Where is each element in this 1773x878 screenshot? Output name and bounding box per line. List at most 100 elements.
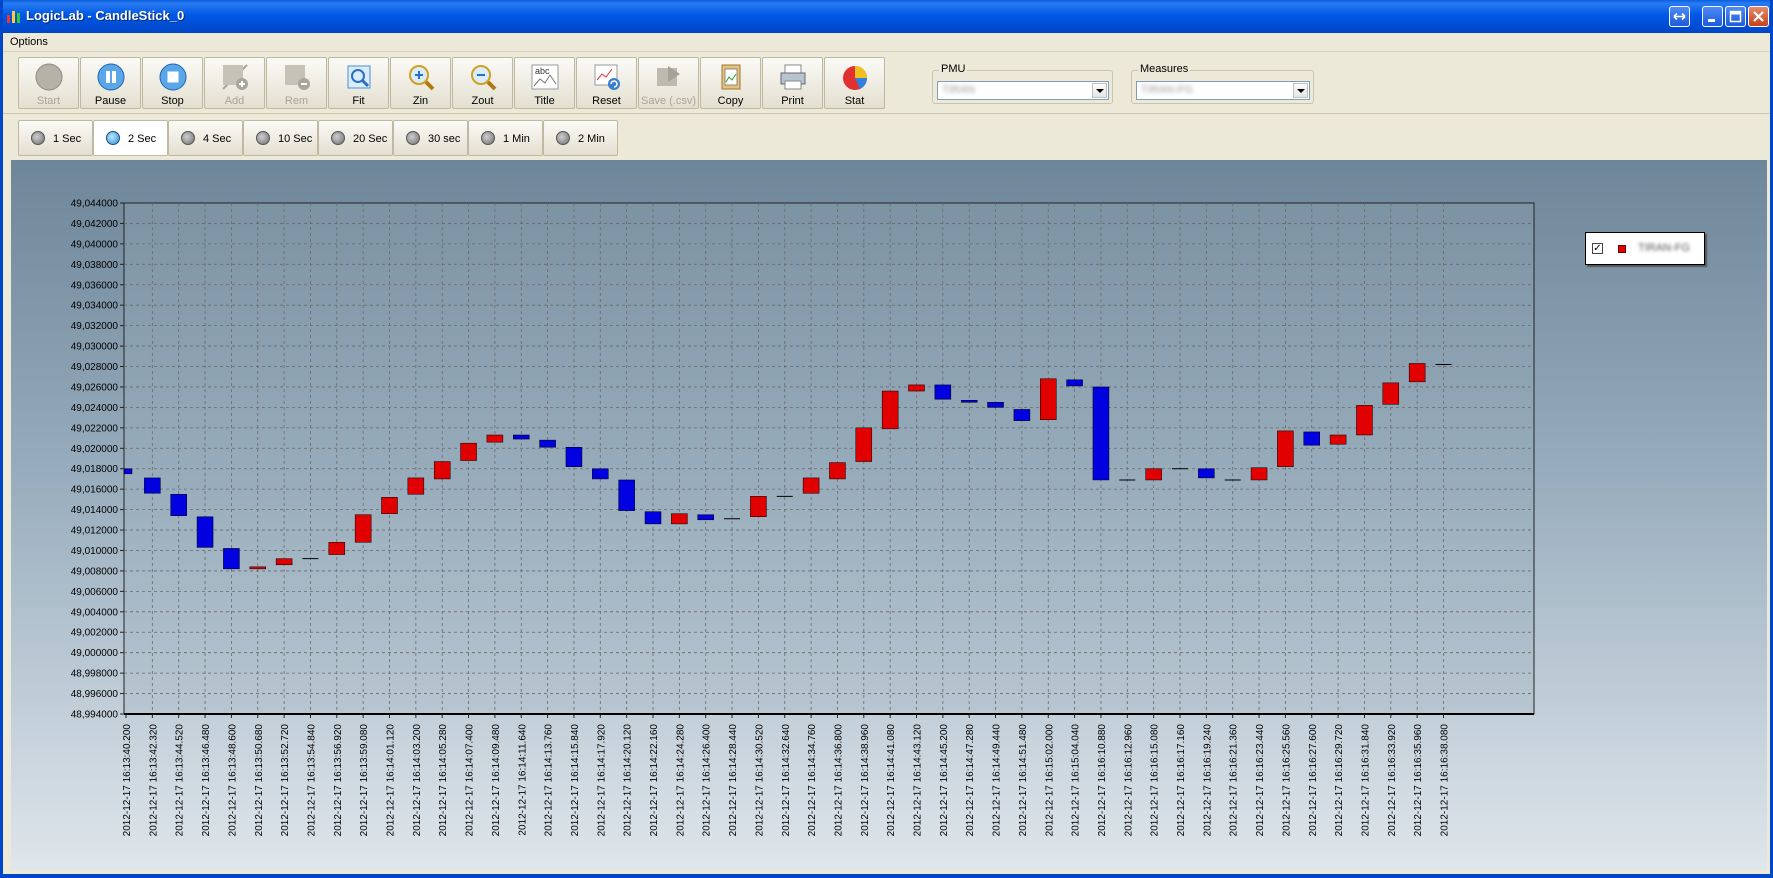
x-tick-label: 2012-12-17 16:14:05.280: [438, 724, 449, 837]
candle: [855, 427, 873, 462]
y-tick-label: 49,026000: [71, 382, 119, 393]
candle: [1198, 468, 1215, 479]
x-tick-label: 2012-12-17 16:14:41.080: [886, 724, 897, 837]
candle: [881, 390, 899, 430]
x-tick-label: 2012-12-17 16:15:02.000: [1044, 724, 1055, 837]
candle: [1382, 382, 1400, 405]
x-tick-label: 2012-12-17 16:16:23.440: [1255, 724, 1266, 837]
x-tick-label: 2012-12-17 16:16:25.560: [1281, 724, 1292, 837]
candle: [354, 514, 372, 543]
x-tick-label: 2012-12-17 16:14:07.400: [465, 724, 476, 837]
candle: [460, 442, 477, 461]
candle: [908, 384, 925, 392]
x-tick-label: 2012-12-17 16:14:47.280: [965, 724, 976, 837]
y-tick-label: 49,004000: [71, 607, 119, 618]
candle: [1013, 409, 1031, 421]
plot-area: [123, 202, 1535, 715]
candle: [249, 566, 266, 570]
y-tick-label: 49,022000: [71, 423, 119, 434]
candle: [196, 516, 214, 548]
candle: [539, 439, 556, 448]
x-tick-label: 2012-12-17 16:13:44.520: [175, 724, 186, 837]
x-tick-label: 2012-12-17 16:14:13.760: [544, 724, 555, 837]
y-tick-label: 49,012000: [71, 526, 119, 537]
candle: [1145, 468, 1162, 481]
x-tick-label: 2012-12-17 16:14:36.800: [833, 724, 844, 837]
candle: [565, 447, 583, 467]
y-tick-label: 49,018000: [71, 464, 119, 475]
x-tick-label: 2012-12-17 16:14:17.920: [596, 724, 607, 837]
x-tick-label: 2012-12-17 16:13:42.320: [148, 724, 159, 837]
chart-legend: ✓ TIRAN-FG: [1585, 232, 1705, 265]
x-tick-label: 2012-12-17 16:16:15.080: [1150, 724, 1161, 837]
candle: [618, 479, 635, 511]
y-tick-label: 49,038000: [71, 260, 119, 271]
x-tick-label: 2012-12-17 16:14:24.280: [675, 724, 686, 837]
candle: [1408, 363, 1426, 383]
x-tick-label: 2012-12-17 16:14:45.200: [939, 724, 950, 837]
x-tick-label: 2012-12-17 16:16:12.960: [1123, 724, 1134, 837]
x-tick-label: 2012-12-17 16:16:33.920: [1387, 724, 1398, 837]
x-tick-label: 2012-12-17 16:14:26.400: [702, 724, 713, 837]
candle: [433, 461, 451, 480]
y-tick-label: 49,040000: [71, 239, 119, 250]
candle: [1250, 467, 1268, 481]
y-tick-label: 49,030000: [71, 342, 119, 353]
y-tick-label: 49,044000: [71, 199, 119, 210]
candle: [1277, 430, 1294, 467]
x-tick-label: 2012-12-17 16:13:46.480: [201, 724, 212, 837]
candle: [223, 548, 240, 570]
y-tick-label: 49,032000: [71, 321, 119, 332]
y-tick-label: 48,998000: [71, 669, 119, 680]
candle: [960, 399, 978, 403]
candle: [328, 542, 346, 555]
candle: [170, 494, 187, 516]
x-tick-label: 2012-12-17 16:13:50.680: [254, 724, 265, 837]
x-tick-label: 2012-12-17 16:13:59.080: [359, 724, 370, 837]
candle: [987, 402, 1004, 408]
candle: [1303, 431, 1320, 446]
x-tick-label: 2012-12-17 16:14:34.760: [807, 724, 818, 837]
x-tick-label: 2012-12-17 16:13:56.920: [333, 724, 344, 837]
legend-series-checkbox[interactable]: ✓: [1592, 243, 1603, 254]
candle: [1092, 386, 1110, 481]
x-tick-label: 2012-12-17 16:16:31.840: [1360, 724, 1371, 837]
x-tick-label: 2012-12-17 16:14:15.840: [570, 724, 581, 837]
candle: [486, 434, 504, 443]
candle: [750, 496, 767, 518]
candle: [407, 477, 425, 495]
y-tick-label: 49,024000: [71, 403, 119, 414]
x-tick-label: 2012-12-17 16:15:04.040: [1071, 724, 1082, 837]
y-tick-label: 49,028000: [71, 362, 119, 373]
legend-series-name: TIRAN-FG: [1638, 242, 1690, 254]
y-tick-label: 48,994000: [71, 710, 119, 721]
y-tick-label: 49,042000: [71, 219, 119, 230]
x-tick-label: 2012-12-17 16:14:03.200: [412, 724, 423, 837]
y-tick-label: 49,008000: [71, 566, 119, 577]
candle: [802, 477, 820, 494]
y-tick-label: 49,016000: [71, 485, 119, 496]
x-tick-label: 2012-12-17 16:13:54.840: [306, 724, 317, 837]
x-tick-label: 2012-12-17 16:14:38.960: [860, 724, 871, 837]
x-tick-label: 2012-12-17 16:14:51.480: [1018, 724, 1029, 837]
x-tick-label: 2012-12-17 16:14:11.640: [517, 724, 528, 836]
y-tick-label: 48,996000: [71, 689, 119, 700]
x-tick-label: 2012-12-17 16:13:40.200: [122, 724, 133, 837]
y-tick-label: 49,002000: [71, 628, 119, 639]
x-tick-label: 2012-12-17 16:16:21.360: [1229, 724, 1240, 837]
candle: [1066, 379, 1083, 387]
x-tick-label: 2012-12-17 16:16:38.080: [1440, 724, 1451, 837]
x-tick-label: 2012-12-17 16:14:49.440: [992, 724, 1003, 837]
x-tick-label: 2012-12-17 16:14:01.120: [386, 724, 397, 837]
x-tick-label: 2012-12-17 16:16:35.960: [1413, 724, 1424, 837]
candle: [1356, 405, 1373, 436]
x-tick-label: 2012-12-17 16:14:09.480: [491, 724, 502, 837]
x-tick-label: 2012-12-17 16:16:10.880: [1097, 724, 1108, 837]
x-tick-label: 2012-12-17 16:14:20.120: [623, 724, 634, 837]
x-tick-label: 2012-12-17 16:16:29.720: [1334, 724, 1345, 837]
candle: [513, 434, 530, 440]
candlestick-chart: 49,044000 49,042000 49,040000 49,038000 49,0…: [71, 199, 1535, 837]
x-tick-label: 2012-12-17 16:13:48.600: [227, 724, 238, 837]
x-tick-label: 2012-12-17 16:13:52.720: [280, 724, 291, 837]
x-tick-label: 2012-12-17 16:14:22.160: [649, 724, 660, 837]
